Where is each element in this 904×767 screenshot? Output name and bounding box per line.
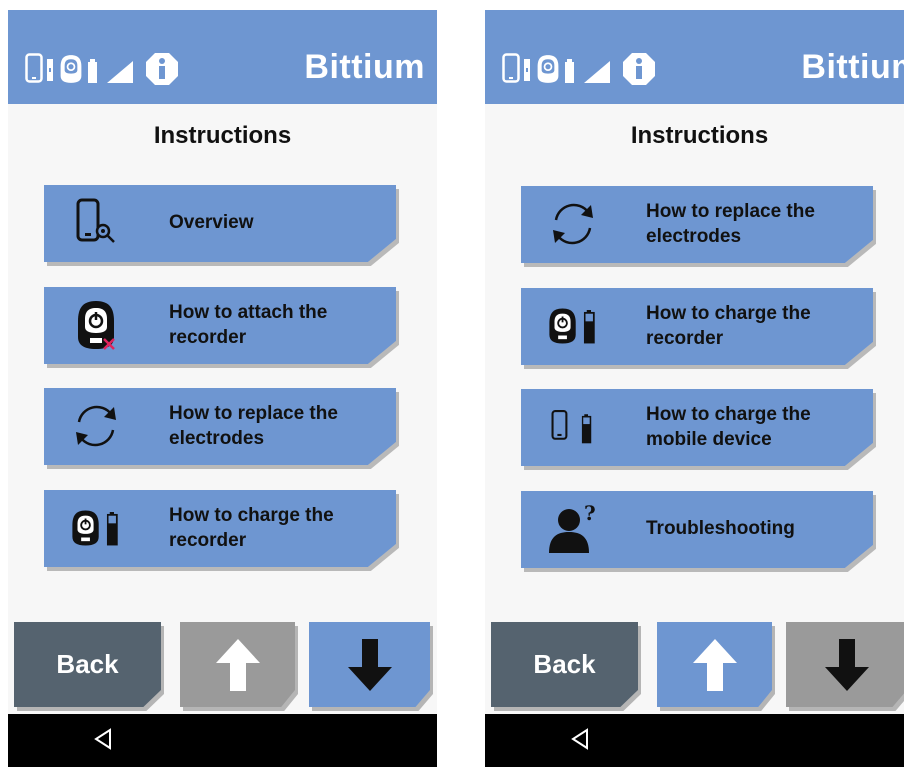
menu-item-charge-recorder[interactable]: How to charge the recorder	[44, 490, 400, 572]
recorder-attach-icon	[70, 299, 122, 351]
back-button[interactable]: Back	[14, 622, 164, 711]
info-icon[interactable]	[622, 52, 656, 86]
bluetooth-link-icon	[47, 59, 53, 81]
menu-item-label: Overview	[169, 212, 254, 234]
menu-item-label: Troubleshooting	[646, 518, 795, 540]
menu-item-replace-electrodes[interactable]: How to replace the electrodes	[44, 388, 400, 470]
info-icon[interactable]	[145, 52, 179, 86]
instructions-screen-page-2: Bittium Instructions How to replace the …	[485, 10, 904, 767]
app-header: Bittium	[485, 10, 904, 104]
android-navigation-bar	[8, 714, 437, 767]
phone-status-icon	[25, 53, 43, 83]
recorder-status-icon	[537, 55, 559, 83]
recorder-battery-status-icon	[88, 59, 97, 83]
menu-item-replace-electrodes[interactable]: How to replace the electrodes	[521, 186, 877, 268]
bluetooth-link-icon	[524, 59, 530, 81]
recorder-battery-status-icon	[565, 59, 574, 83]
menu-item-label: How to charge the mobile device	[646, 403, 811, 450]
menu-item-charge-mobile[interactable]: How to charge the mobile device	[521, 389, 877, 471]
arrow-up-icon	[215, 638, 260, 691]
phone-battery-icon	[547, 401, 599, 453]
app-header: Bittium	[8, 10, 437, 104]
scroll-up-button[interactable]	[657, 622, 775, 711]
menu-item-attach-recorder[interactable]: How to attach the recorder	[44, 287, 400, 369]
android-navigation-bar	[485, 714, 904, 767]
instructions-screen-page-1: Bittium Instructions Overview How to att…	[8, 10, 437, 767]
status-icons	[502, 53, 702, 87]
signal-strength-icon	[107, 61, 133, 83]
scroll-down-button[interactable]	[309, 622, 433, 711]
arrow-down-icon	[824, 638, 869, 691]
page-title: Instructions	[153, 122, 292, 149]
brand-logo: Bittium	[304, 48, 425, 86]
back-button[interactable]: Back	[491, 622, 641, 711]
menu-item-charge-recorder[interactable]: How to charge the recorder	[521, 288, 877, 370]
arrow-down-icon	[347, 638, 392, 691]
phone-status-icon	[502, 53, 520, 83]
menu-item-label: How to replace the electrodes	[646, 200, 815, 247]
recorder-battery-icon	[70, 502, 122, 554]
android-back-icon[interactable]	[570, 727, 590, 751]
recorder-battery-icon	[547, 300, 599, 352]
phone-search-icon	[70, 197, 115, 243]
brand-logo: Bittium	[801, 48, 904, 86]
menu-item-label: How to charge the recorder	[169, 504, 334, 551]
refresh-icon	[547, 198, 599, 250]
menu-item-label: How to replace the electrodes	[169, 402, 338, 449]
page-title: Instructions	[630, 122, 769, 149]
status-icons	[25, 53, 225, 87]
menu-item-overview[interactable]: Overview	[44, 185, 400, 267]
arrow-up-icon	[692, 638, 737, 691]
scroll-down-button[interactable]	[786, 622, 904, 711]
menu-item-label: How to attach the recorder	[169, 301, 328, 348]
person-question-icon	[547, 503, 599, 555]
refresh-icon	[70, 400, 122, 452]
scroll-up-button[interactable]	[180, 622, 298, 711]
menu-item-troubleshooting[interactable]: Troubleshooting	[521, 491, 877, 573]
recorder-status-icon	[60, 55, 82, 83]
android-back-icon[interactable]	[93, 727, 113, 751]
menu-item-label: How to charge the recorder	[646, 302, 811, 349]
signal-strength-icon	[584, 61, 610, 83]
